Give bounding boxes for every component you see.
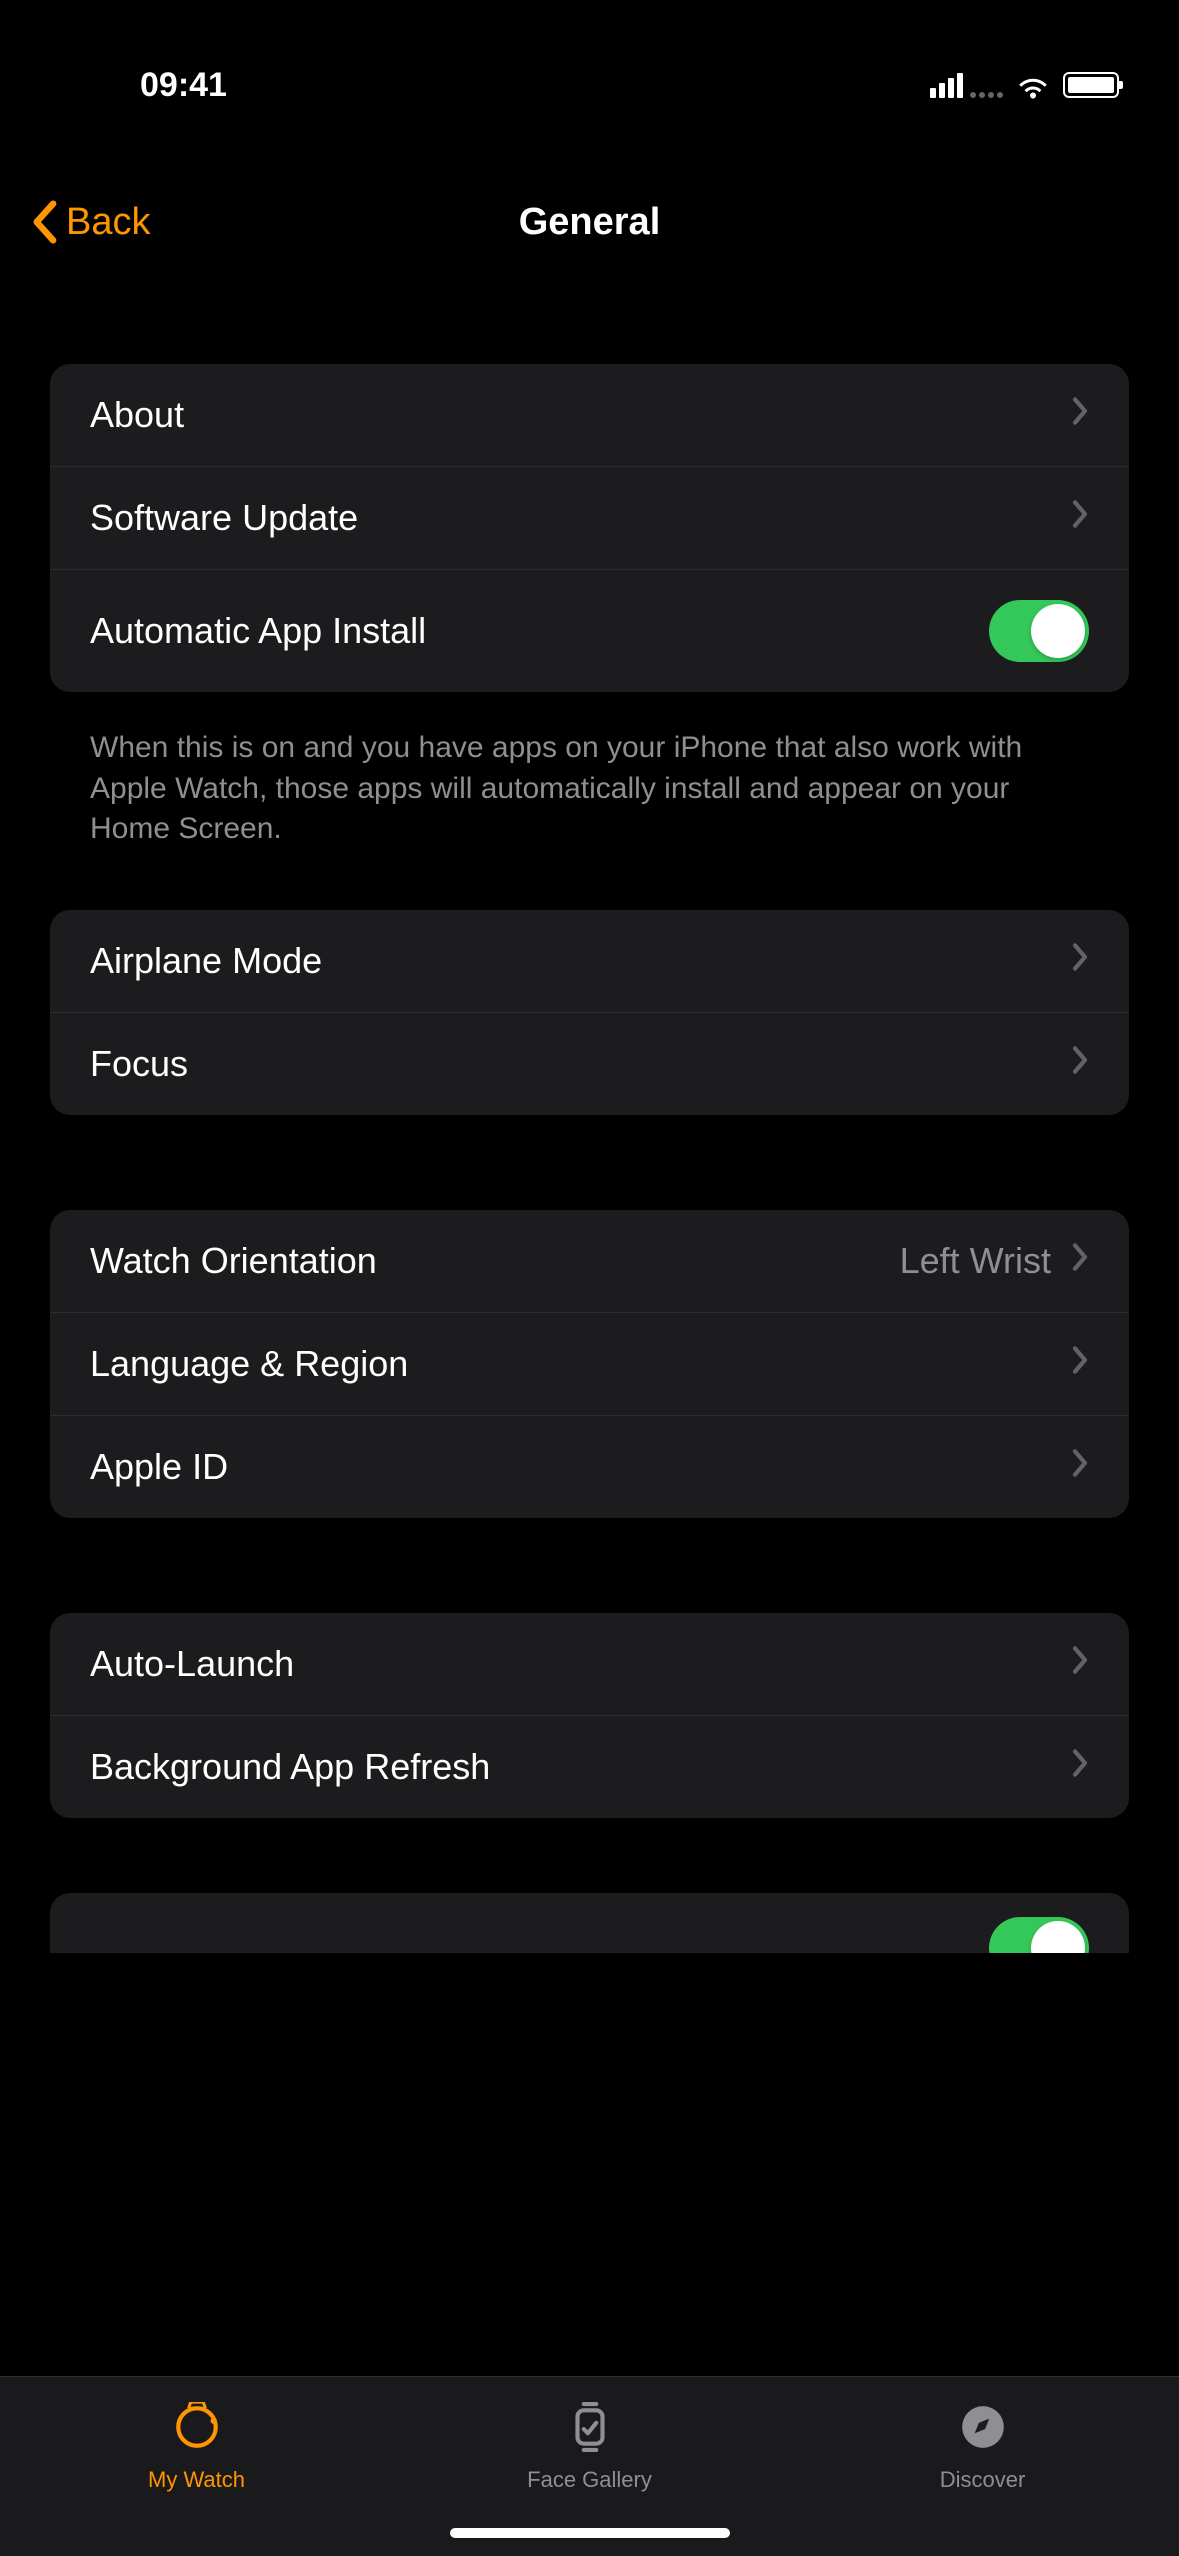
status-time: 09:41 bbox=[140, 66, 227, 105]
automatic-app-install-toggle[interactable] bbox=[989, 600, 1089, 662]
row-value: Left Wrist bbox=[900, 1240, 1051, 1282]
watch-icon bbox=[167, 2397, 227, 2457]
chevron-right-icon bbox=[1071, 1748, 1089, 1786]
row-watch-orientation[interactable]: Watch Orientation Left Wrist bbox=[50, 1210, 1129, 1313]
chevron-right-icon bbox=[1071, 1448, 1089, 1486]
row-focus[interactable]: Focus bbox=[50, 1013, 1129, 1115]
dictation-toggle[interactable] bbox=[989, 1917, 1089, 1953]
group-footer: When this is on and you have apps on you… bbox=[50, 712, 1129, 910]
chevron-right-icon bbox=[1071, 1242, 1089, 1280]
cellular-signal-icon bbox=[930, 73, 1003, 98]
watchface-icon bbox=[560, 2397, 620, 2457]
row-airplane-mode[interactable]: Airplane Mode bbox=[50, 910, 1129, 1013]
chevron-right-icon bbox=[1071, 1345, 1089, 1383]
row-about[interactable]: About bbox=[50, 364, 1129, 467]
row-label: Background App Refresh bbox=[90, 1746, 490, 1788]
status-icons bbox=[930, 71, 1119, 99]
row-label: Watch Orientation bbox=[90, 1240, 377, 1282]
chevron-right-icon bbox=[1071, 942, 1089, 980]
page-title: General bbox=[519, 201, 661, 244]
row-label: Software Update bbox=[90, 497, 358, 539]
settings-content: About Software Update Automatic App Inst… bbox=[0, 284, 1179, 1953]
row-label: Apple ID bbox=[90, 1446, 228, 1488]
chevron-left-icon bbox=[30, 200, 58, 244]
settings-group-apps: Auto-Launch Background App Refresh bbox=[50, 1613, 1129, 1818]
row-language-region[interactable]: Language & Region bbox=[50, 1313, 1129, 1416]
row-label: Focus bbox=[90, 1043, 188, 1085]
row-label: Language & Region bbox=[90, 1343, 408, 1385]
battery-icon bbox=[1063, 72, 1119, 98]
row-label: Airplane Mode bbox=[90, 940, 322, 982]
row-automatic-app-install: Automatic App Install bbox=[50, 570, 1129, 692]
row-apple-id[interactable]: Apple ID bbox=[50, 1416, 1129, 1518]
back-label: Back bbox=[66, 201, 150, 244]
tab-label: Discover bbox=[940, 2467, 1026, 2493]
row-enable-dictation bbox=[50, 1893, 1129, 1953]
row-label: About bbox=[90, 394, 184, 436]
status-bar: 09:41 bbox=[0, 0, 1179, 140]
tab-label: My Watch bbox=[148, 2467, 245, 2493]
tab-my-watch[interactable]: My Watch bbox=[0, 2397, 393, 2493]
back-button[interactable]: Back bbox=[30, 200, 150, 244]
chevron-right-icon bbox=[1071, 1045, 1089, 1083]
row-label: Automatic App Install bbox=[90, 610, 426, 652]
row-label: Auto-Launch bbox=[90, 1643, 294, 1685]
settings-group-preferences: Watch Orientation Left Wrist Language & … bbox=[50, 1210, 1129, 1518]
chevron-right-icon bbox=[1071, 499, 1089, 537]
row-background-app-refresh[interactable]: Background App Refresh bbox=[50, 1716, 1129, 1818]
chevron-right-icon bbox=[1071, 396, 1089, 434]
navigation-bar: Back General bbox=[0, 140, 1179, 284]
settings-group-modes: Airplane Mode Focus bbox=[50, 910, 1129, 1115]
tab-face-gallery[interactable]: Face Gallery bbox=[393, 2397, 786, 2493]
tab-discover[interactable]: Discover bbox=[786, 2397, 1179, 2493]
tab-label: Face Gallery bbox=[527, 2467, 652, 2493]
wifi-icon bbox=[1015, 71, 1051, 99]
row-software-update[interactable]: Software Update bbox=[50, 467, 1129, 570]
row-auto-launch[interactable]: Auto-Launch bbox=[50, 1613, 1129, 1716]
settings-group-system: About Software Update Automatic App Inst… bbox=[50, 364, 1129, 692]
chevron-right-icon bbox=[1071, 1645, 1089, 1683]
compass-icon bbox=[953, 2397, 1013, 2457]
home-indicator[interactable] bbox=[450, 2528, 730, 2538]
